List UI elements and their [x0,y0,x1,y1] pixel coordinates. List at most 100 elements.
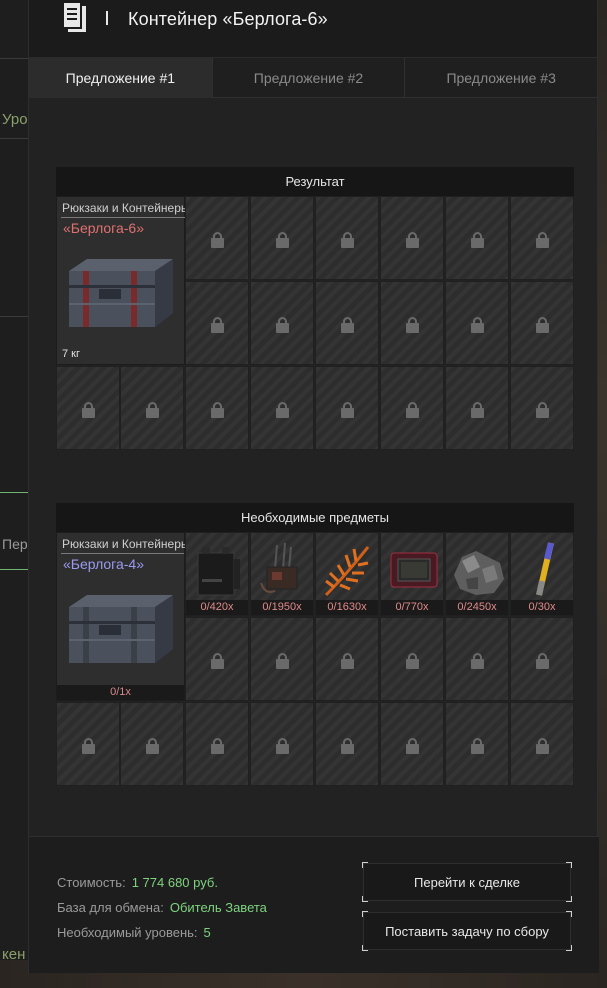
rod-icon [536,542,554,596]
lock-icon [276,317,289,333]
lock-icon [276,402,289,418]
lock-icon [536,317,549,333]
cost-label: Стоимость: [57,875,126,890]
locked-slot [315,196,379,280]
item-count: 0/770x [381,600,443,615]
category-underline [61,553,184,554]
locked-slot [185,196,249,280]
locked-slot [445,366,509,450]
lock-icon [406,738,419,754]
bg-divider [0,58,28,59]
lock-icon [341,653,354,669]
locked-slot [510,366,574,450]
locked-slot [315,366,379,450]
lock-icon [536,653,549,669]
lock-icon [276,232,289,248]
lock-icon [471,653,484,669]
container-crate-icon [69,259,173,327]
item-name: «Берлога-4» [63,556,144,572]
ore-icon [454,551,504,595]
required-title: Необходимые предметы [56,503,574,532]
required-item-cell[interactable]: 0/1950x [250,532,314,616]
locked-slot [56,702,120,786]
locked-slot [185,366,249,450]
lock-icon [276,738,289,754]
locked-slot [380,196,444,280]
bg-green-panel [0,492,28,570]
document-icon [62,1,86,32]
result-grid: Рюкзаки и Контейнеры «Берлога-6» 7 кг [56,196,574,452]
lock-icon [471,402,484,418]
lock-icon [82,402,95,418]
locked-slot [250,196,314,280]
required-item-cell[interactable]: 0/420x [185,532,249,616]
lock-icon [406,232,419,248]
base-value: Обитель Завета [169,900,267,915]
trade-footer: Стоимость: 1 774 680 руб. База для обмена… [29,836,599,973]
locked-slot [380,366,444,450]
required-item-cell[interactable]: 0/770x [380,532,444,616]
locked-slot [445,196,509,280]
crafting-window: Контейнер «Берлога-6» Предложение #1 Пре… [28,0,599,973]
goto-deal-label: Перейти к сделке [414,874,520,890]
lock-icon [146,738,159,754]
locked-slot [380,281,444,365]
item-category: Рюкзаки и Контейнеры [62,201,185,215]
bg-text-level: Уро [2,111,28,128]
locked-slot [56,366,120,450]
required-main-item-cell[interactable]: Рюкзаки и Контейнеры «Берлога-4» 0/1x [56,532,185,701]
cost-row: Стоимость: 1 774 680 руб. [57,875,218,890]
item-count: 0/30x [511,600,573,615]
base-row: База для обмена: Обитель Завета [57,900,267,915]
item-name: «Берлога-6» [63,220,144,236]
required-item-cell[interactable]: 0/30x [510,532,574,616]
lock-icon [341,738,354,754]
level-value: 5 [203,925,211,940]
level-row: Необходимый уровень: 5 [57,925,211,940]
bg-text-trade: Пере [2,536,28,552]
required-item-cell[interactable]: 0/1630x [315,532,379,616]
bg-divider [0,316,28,317]
cost-value: 1 774 680 руб. [131,875,218,890]
collect-task-button[interactable]: Поставить задачу по сбору [362,911,572,951]
item-weight: 7 кг [62,348,80,360]
container-crate-icon [69,595,173,663]
required-grid: Рюкзаки и Контейнеры «Берлога-4» 0/1x 0/… [56,532,574,788]
item-category: Рюкзаки и Контейнеры [62,537,185,551]
locked-slot [120,702,184,786]
base-label: База для обмена: [57,900,164,915]
lock-icon [276,653,289,669]
goto-deal-button[interactable]: Перейти к сделке [362,862,572,902]
background-window: Уро Пере кен [0,0,28,988]
locked-slot [250,281,314,365]
locked-slot [315,281,379,365]
item-count: 0/2450x [446,600,508,615]
lock-icon [471,738,484,754]
lock-icon [406,653,419,669]
level-label: Необходимый уровень: [57,925,198,940]
fern-icon [324,546,370,597]
lock-icon [536,402,549,418]
required-item-cell[interactable]: 0/2450x [445,532,509,616]
header-separator [106,11,108,25]
result-item-cell[interactable]: Рюкзаки и Контейнеры «Берлога-6» 7 кг [56,196,209,365]
locked-slot [380,617,444,701]
tab-offer-3[interactable]: Предложение #3 [405,58,597,98]
result-title: Результат [56,167,574,196]
lock-icon [211,653,224,669]
locked-slot [250,617,314,701]
locked-slot [510,281,574,365]
tab-offer-2[interactable]: Предложение #2 [213,58,406,98]
detonator-icon [260,542,298,593]
collect-task-label: Поставить задачу по сбору [385,923,549,939]
lock-icon [82,738,95,754]
result-section: Результат Рюкзаки и Контейнеры «Берлога-… [56,167,574,452]
lock-icon [211,317,224,333]
lock-icon [536,232,549,248]
tablet-icon [390,552,438,588]
locked-slot [510,617,574,701]
tab-offer-1[interactable]: Предложение #1 [29,58,213,98]
item-count: 0/1950x [251,600,313,615]
lock-icon [341,317,354,333]
background-scenery [598,0,607,988]
